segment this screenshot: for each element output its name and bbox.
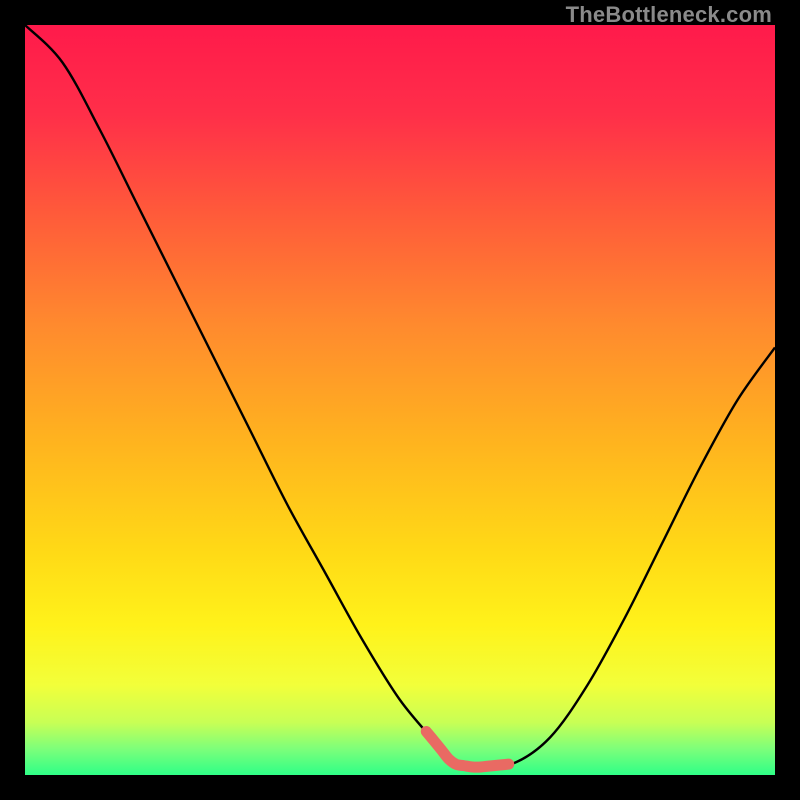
plot-area: [25, 25, 775, 775]
watermark-text: TheBottleneck.com: [566, 2, 772, 28]
chart-svg: [25, 25, 775, 775]
outer-frame: TheBottleneck.com: [0, 0, 800, 800]
gradient-background: [25, 25, 775, 775]
